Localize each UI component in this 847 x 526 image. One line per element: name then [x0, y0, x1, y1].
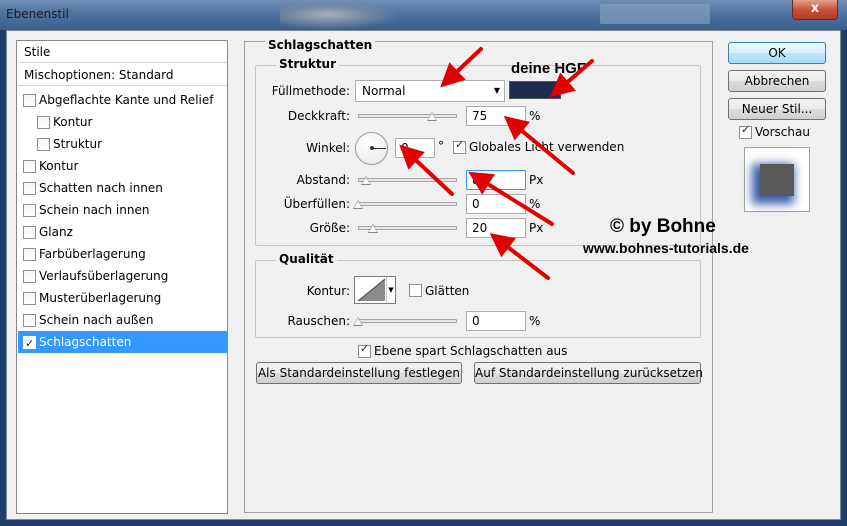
spread-label: Überfüllen: — [283, 197, 350, 211]
opacity-slider[interactable] — [358, 114, 457, 118]
preview-label: Vorschau — [755, 125, 810, 139]
spread-slider[interactable] — [358, 202, 457, 206]
style-item-contour-sub[interactable]: Kontur — [18, 111, 227, 133]
angle-input[interactable]: 0 — [395, 138, 435, 158]
size-unit: Px — [529, 221, 544, 235]
style-item-drop-shadow[interactable]: Schlagschatten — [18, 331, 227, 355]
style-item-inner-shadow[interactable]: Schatten nach innen — [18, 177, 227, 199]
style-item-color-overlay[interactable]: Farbüberlagerung — [18, 243, 227, 265]
style-item-satin[interactable]: Glanz — [18, 221, 227, 243]
chevron-down-icon[interactable]: ▼ — [386, 277, 395, 303]
style-checkbox[interactable] — [23, 314, 36, 327]
global-light-checkbox[interactable] — [453, 138, 466, 154]
layer-knockout-label: Ebene spart Schlagschatten aus — [374, 344, 568, 358]
opacity-input[interactable]: 75 — [466, 106, 526, 126]
annotation-website: www.bohnes-tutorials.de — [583, 240, 749, 256]
size-label: Größe: — [309, 221, 350, 235]
style-item-stroke[interactable]: Kontur — [18, 155, 227, 177]
style-item-inner-glow[interactable]: Schein nach innen — [18, 199, 227, 221]
background-blur — [280, 0, 400, 30]
contour-picker[interactable]: ▼ — [354, 276, 396, 304]
blend-mode-label: Füllmethode: — [271, 84, 350, 98]
distance-unit: Px — [529, 173, 544, 187]
antialias-checkbox[interactable] — [409, 284, 422, 297]
style-checkbox[interactable] — [37, 116, 50, 129]
layer-knockout-checkbox[interactable] — [358, 342, 371, 358]
style-item-outer-glow[interactable]: Schein nach außen — [18, 309, 227, 331]
spread-unit: % — [529, 197, 541, 211]
angle-label: Winkel: — [306, 141, 350, 155]
opacity-slider-thumb[interactable] — [427, 112, 437, 121]
window-titlebar[interactable]: Ebenenstil x — [0, 0, 847, 30]
contour-label: Kontur: — [306, 284, 350, 298]
background-blur — [600, 4, 710, 24]
style-checkbox[interactable] — [23, 182, 36, 195]
blend-mode-select[interactable]: Normal ▼ — [355, 80, 505, 102]
angle-unit: ° — [438, 139, 444, 153]
style-checkbox[interactable] — [23, 226, 36, 239]
style-checkbox[interactable] — [23, 270, 36, 283]
make-default-button[interactable]: Als Standardeinstellung festlegen — [256, 362, 462, 384]
noise-unit: % — [529, 314, 541, 328]
structure-title: Struktur — [276, 57, 340, 71]
style-checkbox[interactable] — [23, 160, 36, 173]
global-light-label: Globales Licht verwenden — [469, 140, 625, 154]
drop-shadow-title: Schlagschatten — [265, 38, 376, 52]
annotation-author: © by Bohne — [610, 216, 716, 237]
antialias-label: Glätten — [425, 284, 470, 298]
style-checkbox[interactable] — [23, 333, 36, 355]
size-input[interactable]: 20 — [466, 218, 526, 238]
noise-label: Rauschen: — [287, 314, 350, 328]
contour-curve-icon — [357, 278, 386, 302]
quality-title: Qualität — [276, 252, 337, 266]
styles-list: Stile Mischoptionen: Standard Abgeflacht… — [16, 40, 228, 514]
angle-dial[interactable] — [355, 132, 388, 165]
distance-label: Abstand: — [296, 173, 350, 187]
close-button[interactable]: x — [792, 0, 838, 20]
style-item-texture-sub[interactable]: Struktur — [18, 133, 227, 155]
style-preview — [744, 147, 810, 212]
opacity-label: Deckkraft: — [287, 109, 350, 123]
spread-slider-thumb[interactable] — [353, 200, 363, 209]
distance-slider-thumb[interactable] — [361, 176, 371, 185]
noise-slider[interactable] — [358, 319, 457, 323]
ok-button[interactable]: OK — [728, 42, 826, 64]
blend-options-item[interactable]: Mischoptionen: Standard — [18, 64, 227, 86]
noise-slider-thumb[interactable] — [353, 317, 363, 326]
chevron-down-icon: ▼ — [493, 86, 500, 95]
style-checkbox[interactable] — [23, 94, 36, 107]
size-slider-thumb[interactable] — [368, 224, 378, 233]
noise-input[interactable]: 0 — [466, 311, 526, 331]
opacity-unit: % — [529, 109, 541, 123]
spread-input[interactable]: 0 — [466, 194, 526, 214]
preview-shape — [760, 164, 794, 196]
new-style-button[interactable]: Neuer Stil... — [728, 98, 826, 120]
styles-header[interactable]: Stile — [18, 41, 227, 63]
style-item-bevel-emboss[interactable]: Abgeflachte Kante und Relief — [18, 89, 227, 111]
style-item-pattern-overlay[interactable]: Musterüberlagerung — [18, 287, 227, 309]
style-item-gradient-overlay[interactable]: Verlaufsüberlagerung — [18, 265, 227, 287]
shadow-color-swatch[interactable] — [509, 81, 561, 99]
cancel-button[interactable]: Abbrechen — [728, 70, 826, 92]
window-title: Ebenenstil — [6, 7, 69, 21]
style-checkbox[interactable] — [37, 138, 50, 151]
distance-input[interactable]: 8 — [466, 170, 526, 190]
style-checkbox[interactable] — [23, 248, 36, 261]
reset-default-button[interactable]: Auf Standardeinstellung zurücksetzen — [474, 362, 703, 384]
annotation-hgf: deine HGF — [511, 60, 587, 77]
distance-slider[interactable] — [358, 178, 457, 182]
style-checkbox[interactable] — [23, 204, 36, 217]
preview-checkbox[interactable] — [739, 123, 752, 139]
style-checkbox[interactable] — [23, 292, 36, 305]
